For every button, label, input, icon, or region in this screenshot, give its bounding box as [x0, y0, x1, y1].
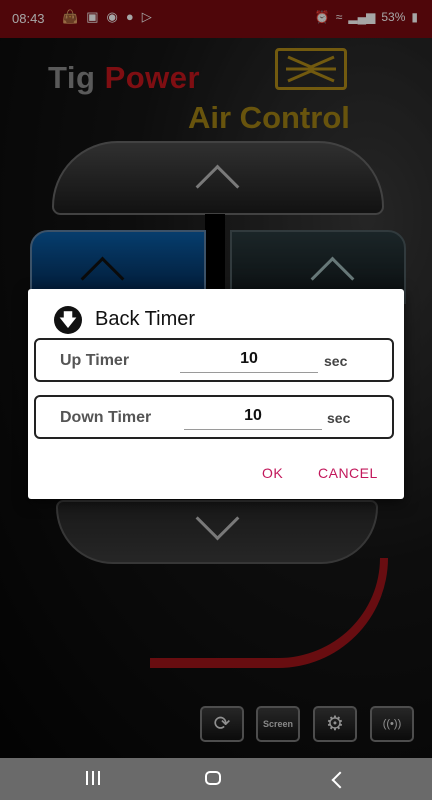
- down-timer-row: Down Timer 10 sec: [34, 395, 394, 439]
- up-timer-row: Up Timer 10 sec: [34, 338, 394, 382]
- up-timer-input[interactable]: 10: [180, 346, 318, 373]
- recents-icon[interactable]: [86, 771, 102, 785]
- down-timer-unit: sec: [327, 410, 351, 426]
- down-timer-label: Down Timer: [60, 409, 152, 426]
- home-icon[interactable]: [205, 771, 221, 785]
- navigation-bar: [0, 758, 432, 800]
- down-timer-input[interactable]: 10: [184, 403, 322, 430]
- up-timer-unit: sec: [324, 353, 348, 369]
- dialog-title: Back Timer: [95, 308, 196, 330]
- download-arrow-icon: 🡇: [54, 306, 82, 334]
- up-timer-label: Up Timer: [60, 352, 130, 369]
- cancel-button[interactable]: CANCEL: [318, 465, 378, 481]
- back-icon[interactable]: [331, 771, 349, 789]
- back-timer-dialog: 🡇 Back Timer Up Timer 10 sec Down Timer …: [28, 289, 404, 499]
- ok-button[interactable]: OK: [262, 465, 283, 481]
